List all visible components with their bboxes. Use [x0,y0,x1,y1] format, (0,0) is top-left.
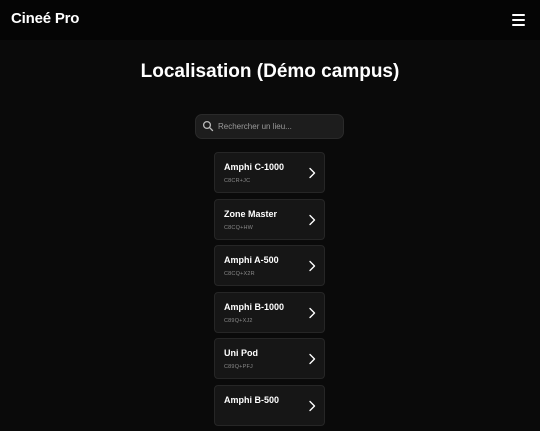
location-code: C89Q+XJ2 [224,317,253,324]
location-name: Uni Pod [224,348,258,358]
chevron-right-icon [309,167,316,179]
chevron-right-icon [309,214,316,225]
location-name: Amphi A-500 [224,255,279,265]
search-box[interactable] [195,114,344,139]
search-icon [202,120,214,132]
app-title: Cineé Pro [11,10,80,27]
location-name: Amphi C-1000 [224,162,285,172]
chevron-right-icon [309,260,316,272]
menu-bar-line [512,24,525,26]
top-bar: Cineé Pro [0,0,540,40]
chevron-right-icon [309,353,316,365]
location-name: Amphi B-500 [224,394,280,405]
location-code: C8CR+JC [224,178,251,184]
location-code: C8CQ+X2R [224,271,255,277]
location-name: Zone Master [224,208,278,219]
hamburger-menu-icon[interactable] [511,12,527,28]
menu-bar-line [512,14,525,16]
location-card[interactable]: Zone Master C8CQ+HW [214,198,325,240]
location-card[interactable]: Uni Pod C89Q+PFJ [214,338,325,379]
location-code: C8CQ+HW [224,224,254,231]
chevron-right-icon [309,400,316,411]
location-list: Amphi C-1000 C8CR+JC Zone Master C8CQ+HW… [214,152,325,431]
page-title: Localisation (Démo campus) [140,61,400,82]
location-card[interactable]: Amphi B-1000 C89Q+XJ2 [214,291,325,333]
location-card[interactable]: Amphi B-500 [214,384,325,426]
location-card[interactable]: Amphi C-1000 C8CR+JC [214,152,325,193]
location-name: Amphi B-1000 [224,301,285,312]
location-code: C89Q+PFJ [224,364,253,370]
location-card[interactable]: Amphi A-500 C8CQ+X2R [214,245,325,286]
chevron-right-icon [309,307,316,318]
menu-bar-line [512,19,525,21]
search-input[interactable] [218,115,338,138]
